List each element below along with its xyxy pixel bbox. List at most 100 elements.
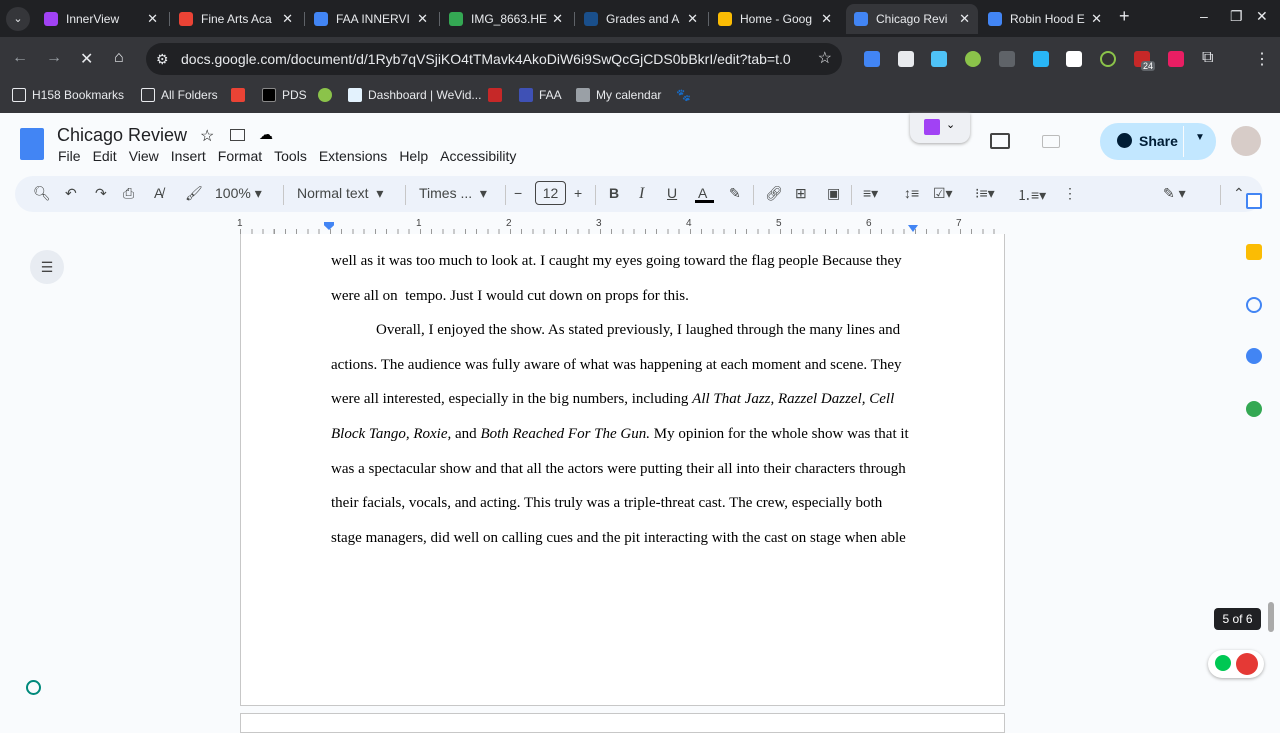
close-tab-icon[interactable]: ✕ [959, 11, 970, 27]
bookmark-star-icon[interactable]: ☆ [818, 43, 832, 75]
document-title[interactable]: Chicago Review [57, 125, 187, 146]
extension-icon[interactable] [1033, 51, 1049, 67]
more-options-icon[interactable]: ⋮ [1063, 185, 1077, 202]
restore-button[interactable]: ❐ [1230, 8, 1243, 25]
browser-tab[interactable]: Fine Arts Aca ✕ [171, 4, 301, 34]
assistant-widget[interactable] [1208, 650, 1264, 678]
close-tab-icon[interactable]: ✕ [417, 11, 428, 27]
new-tab-button[interactable]: + [1119, 6, 1130, 27]
bookmark-paw[interactable]: 🐾 [676, 88, 691, 102]
bookmark-folder[interactable]: All Folders [141, 88, 218, 102]
style-select[interactable]: Normal text ▾ [297, 185, 383, 202]
bulleted-list-icon[interactable]: ⁝≡▾ [975, 185, 995, 202]
extension-icon[interactable] [1100, 51, 1116, 67]
scrollbar[interactable] [1268, 602, 1274, 632]
close-window-button[interactable]: ✕ [1256, 8, 1268, 25]
browser-tab[interactable]: Robin Hood E ✕ [980, 4, 1110, 34]
extension-icon[interactable] [898, 51, 914, 67]
meet-icon[interactable] [1042, 135, 1060, 148]
bookmark-pds[interactable]: PDS [262, 88, 307, 102]
increase-font-size-button[interactable]: + [574, 185, 582, 201]
menu-format[interactable]: Format [218, 148, 262, 164]
font-size-input[interactable]: 12 [535, 181, 566, 205]
home-icon[interactable]: ⌂ [114, 49, 124, 67]
insert-image-icon[interactable]: ▣ [827, 185, 840, 202]
underline-button[interactable]: U [667, 185, 677, 201]
menu-edit[interactable]: Edit [93, 148, 117, 164]
undo-icon[interactable]: ↶ [65, 185, 77, 202]
browser-tab[interactable]: Chicago Revi ✕ [846, 4, 978, 34]
extensions-puzzle-icon[interactable]: ⧉ [1202, 49, 1213, 67]
share-dropdown-icon[interactable]: ▼ [1195, 132, 1205, 143]
bookmark-folder[interactable]: H158 Bookmarks [12, 88, 124, 102]
print-icon[interactable]: ⎙ [123, 185, 134, 202]
browser-tab[interactable]: FAA INNERVI ✕ [306, 4, 436, 34]
share-button[interactable]: Share ▼ [1100, 123, 1216, 160]
menu-accessibility[interactable]: Accessibility [440, 148, 516, 164]
insert-link-icon[interactable]: 🔗︎ [765, 185, 783, 202]
close-tab-icon[interactable]: ✕ [821, 11, 832, 27]
bookmark-calendar[interactable]: My calendar [576, 88, 661, 102]
text-color-button[interactable]: A [698, 185, 707, 201]
spellcheck-icon[interactable]: A̸ [154, 185, 163, 201]
browser-tab[interactable]: Grades and A ✕ [576, 4, 706, 34]
menu-view[interactable]: View [129, 148, 159, 164]
avatar[interactable] [1231, 126, 1261, 156]
extension-icon[interactable] [1168, 51, 1184, 67]
calendar-side-icon[interactable] [1246, 193, 1262, 209]
browser-tab[interactable]: Home - Goog ✕ [710, 4, 840, 34]
search-menus-icon[interactable]: 🔍︎ [33, 185, 51, 202]
tab-search-button[interactable]: ⌄ [6, 7, 30, 31]
extension-icon[interactable] [1066, 51, 1082, 67]
add-comment-icon[interactable]: ⊞ [795, 185, 807, 202]
document-page[interactable]: well as it was too much to look at. I ca… [240, 234, 1005, 706]
bookmark-gmail[interactable] [231, 88, 245, 102]
tasks-icon[interactable] [1246, 297, 1262, 313]
browser-menu-icon[interactable]: ⋮ [1254, 49, 1270, 69]
fingerprint-icon[interactable] [26, 680, 41, 695]
extension-icon[interactable] [999, 51, 1015, 67]
decrease-font-size-button[interactable]: − [514, 185, 522, 201]
extension-popup-button[interactable]: ⌄ [910, 113, 970, 143]
bookmark-sheets[interactable] [318, 88, 332, 102]
menu-help[interactable]: Help [399, 148, 428, 164]
menu-file[interactable]: File [58, 148, 81, 164]
italic-button[interactable]: I [639, 185, 644, 203]
menu-extensions[interactable]: Extensions [319, 148, 387, 164]
browser-tab[interactable]: IMG_8663.HE ✕ [441, 4, 571, 34]
ruler[interactable]: 1 1 2 3 4 5 6 7 [237, 216, 1005, 234]
cloud-saved-icon[interactable]: ☁ [259, 126, 273, 143]
document-outline-button[interactable]: ☰ [30, 250, 64, 284]
extension-icon[interactable] [931, 51, 947, 67]
maps-icon[interactable] [1246, 401, 1262, 417]
bookmark-dashboard[interactable]: Dashboard | WeVid... [348, 88, 481, 102]
star-icon[interactable]: ☆ [200, 126, 214, 146]
forward-icon[interactable]: → [46, 49, 62, 67]
bold-button[interactable]: B [609, 185, 619, 201]
extension-icon[interactable] [965, 51, 981, 67]
menu-insert[interactable]: Insert [171, 148, 206, 164]
move-folder-icon[interactable] [230, 129, 245, 141]
close-tab-icon[interactable]: ✕ [552, 11, 563, 27]
contacts-icon[interactable] [1246, 348, 1262, 364]
close-tab-icon[interactable]: ✕ [147, 11, 158, 27]
bookmark-icon-only[interactable] [488, 88, 502, 102]
close-tab-icon[interactable]: ✕ [687, 11, 698, 27]
redo-icon[interactable]: ↷ [95, 185, 107, 202]
close-tab-icon[interactable]: ✕ [1091, 11, 1102, 27]
align-icon[interactable]: ≡▾ [863, 185, 878, 202]
back-icon[interactable]: ← [12, 49, 28, 67]
docs-logo-icon[interactable] [20, 128, 44, 160]
hide-menus-icon[interactable]: ⌃ [1233, 185, 1245, 202]
extension-icon[interactable] [864, 51, 880, 67]
checklist-icon[interactable]: ☑▾ [933, 185, 953, 202]
highlight-icon[interactable]: ✎ [729, 185, 741, 202]
keep-icon[interactable] [1246, 244, 1262, 260]
editing-mode-icon[interactable]: ✎ ▾ [1163, 185, 1186, 202]
line-spacing-icon[interactable]: ↕≡ [904, 185, 919, 201]
paint-format-icon[interactable]: 🖌︎ [185, 185, 203, 202]
font-select[interactable]: Times ... ▾ [419, 185, 487, 202]
site-info-icon[interactable]: ⚙ [156, 43, 169, 75]
minimize-button[interactable]: – [1200, 8, 1208, 24]
stop-loading-icon[interactable]: ✕ [80, 49, 93, 69]
